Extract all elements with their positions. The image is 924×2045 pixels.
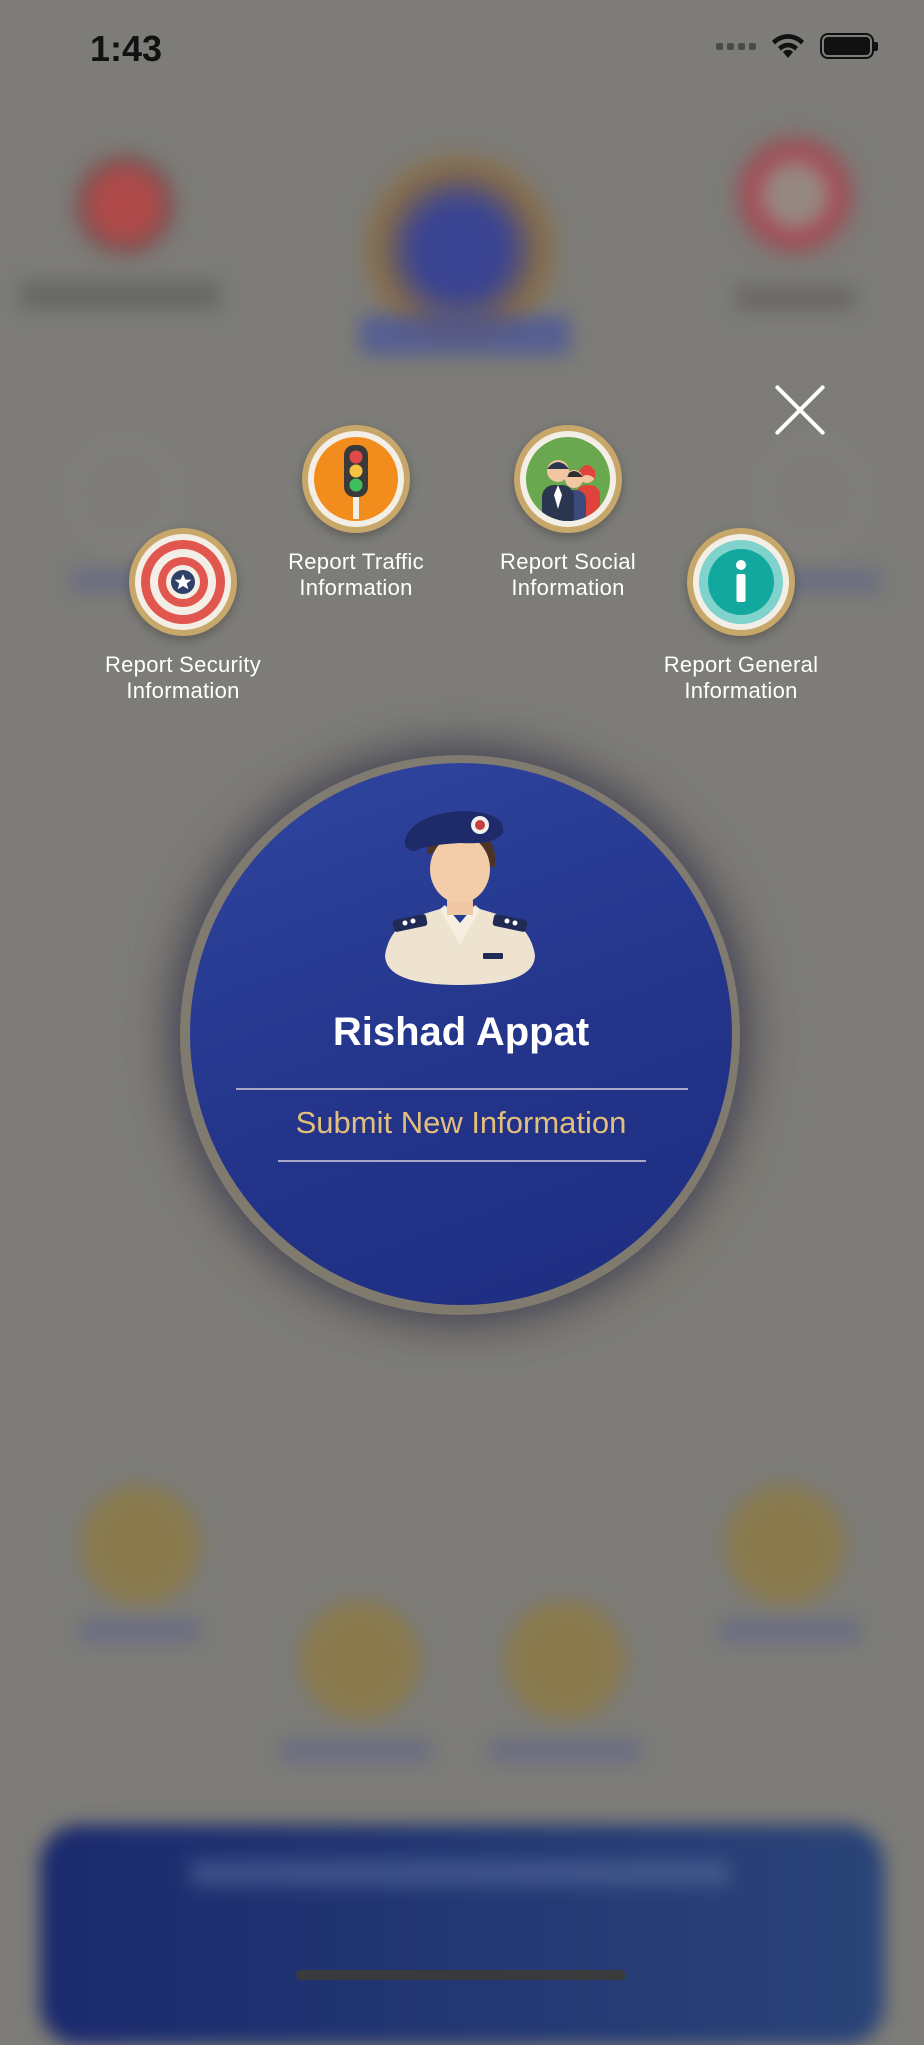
status-icons (716, 32, 878, 60)
submit-new-information-button[interactable]: Submit New Information (190, 1105, 732, 1141)
background-gold-button (505, 1600, 625, 1720)
report-traffic-label: Report Traffic Information (288, 549, 424, 600)
background-text (20, 280, 220, 310)
background-text (360, 315, 570, 355)
background-text (190, 1860, 730, 1886)
background-text (735, 285, 855, 311)
close-icon[interactable] (770, 380, 830, 440)
target-star-icon (141, 540, 225, 624)
background-logo-right (730, 130, 860, 260)
info-icon (699, 540, 783, 624)
report-security-label: Report Security Information (104, 652, 262, 703)
report-general-option[interactable]: Report General Information (641, 528, 841, 704)
general-option-circle (687, 528, 795, 636)
background-text (720, 1620, 860, 1642)
background-text (80, 1620, 200, 1642)
profile-name: Rishad Appat (332, 1010, 590, 1054)
report-social-label: Report Social Information (500, 549, 636, 600)
background-text (280, 1740, 430, 1762)
social-option-circle (514, 425, 622, 533)
officer-avatar (385, 811, 535, 985)
report-traffic-option[interactable]: Report Traffic Information (256, 425, 456, 601)
background-text (490, 1740, 640, 1762)
background-gold-button (80, 1485, 200, 1605)
report-general-label: Report General Information (663, 652, 819, 703)
report-security-option[interactable]: Report Security Information (83, 528, 283, 704)
report-social-option[interactable]: Report Social Information (468, 425, 668, 601)
background-gold-button (300, 1600, 420, 1720)
background-banner (40, 1825, 884, 2045)
people-group-icon (526, 437, 610, 521)
security-option-circle (129, 528, 237, 636)
battery-icon (820, 33, 878, 59)
background-logo-left (70, 150, 180, 260)
divider-top (236, 1088, 688, 1090)
cellular-signal-icon (716, 42, 756, 50)
status-time: 1:43 (90, 28, 163, 69)
wifi-icon (772, 34, 804, 58)
divider-bottom (278, 1160, 646, 1162)
home-indicator[interactable] (296, 1970, 626, 1980)
background-gold-button (725, 1485, 845, 1605)
traffic-option-circle (302, 425, 410, 533)
traffic-light-icon (314, 437, 398, 521)
